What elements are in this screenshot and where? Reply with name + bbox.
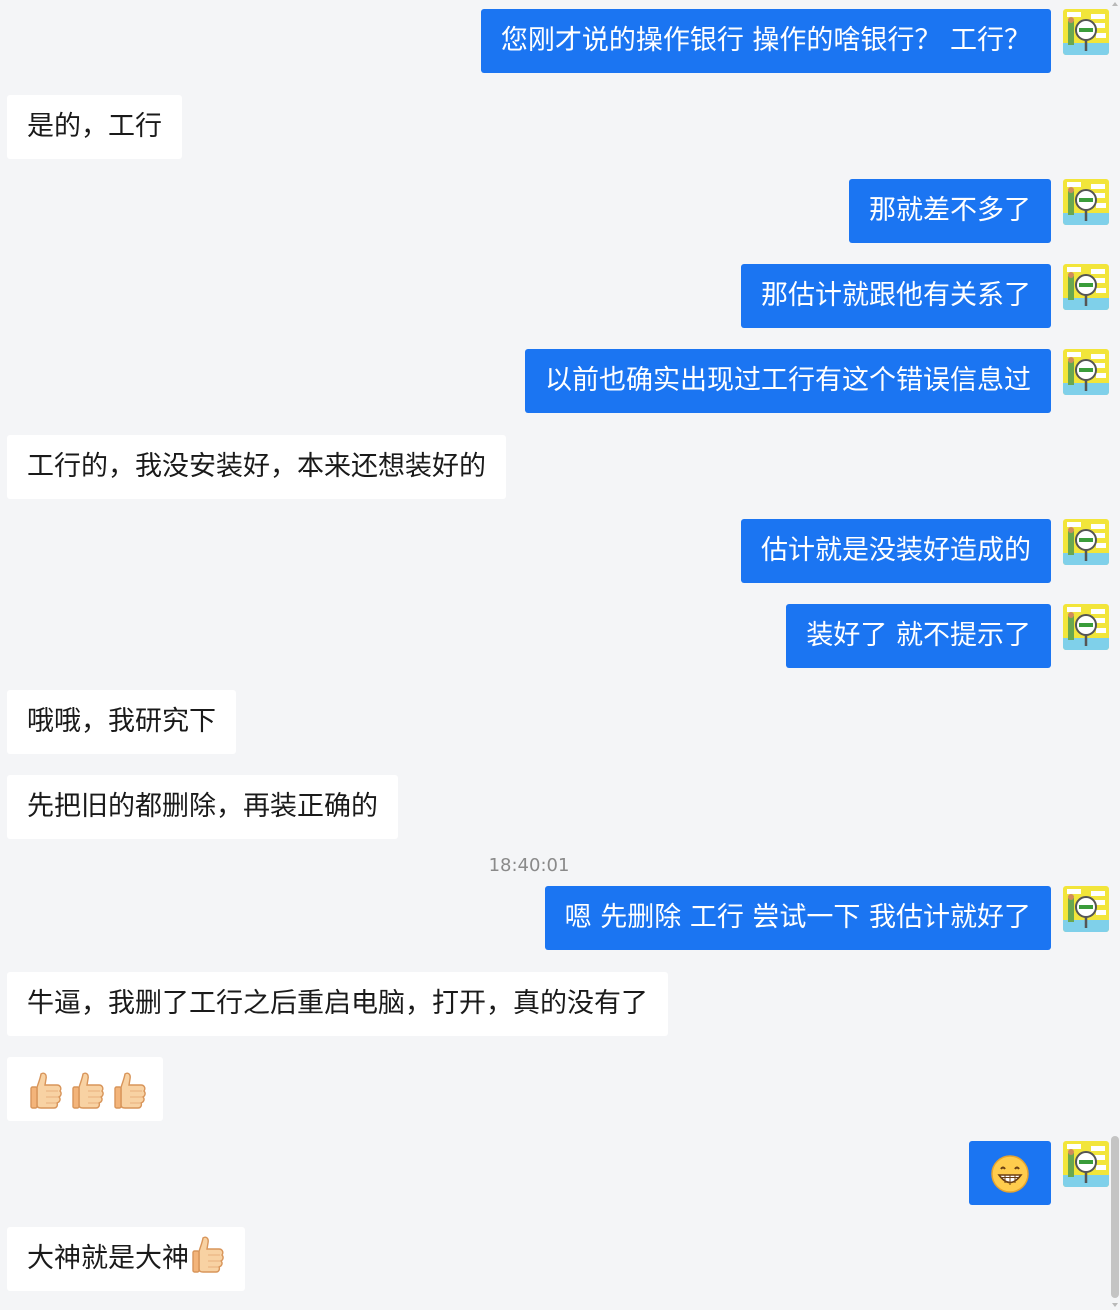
outgoing-message-bubble[interactable]: 装好了 就不提示了 [786,604,1051,668]
avatar-icon [1063,519,1109,565]
message-text: 哦哦，我研究下 [27,706,216,737]
message-text: 牛逼，我删了工行之后重启电脑，打开，真的没有了 [27,988,648,1019]
message-text: 那就差不多了 [869,195,1031,226]
message-text: 估计就是没装好造成的 [761,535,1031,566]
thumbs-up-icon [113,1070,147,1110]
user-avatar[interactable] [1063,1141,1109,1187]
message-text: 嗯 先删除 工行 尝试一下 我估计就好了 [564,902,1031,933]
avatar-icon [1063,1141,1109,1187]
incoming-emoji-message[interactable] [7,1057,163,1121]
outgoing-emoji-message[interactable] [969,1141,1051,1205]
user-avatar[interactable] [1063,9,1109,55]
avatar-icon [1063,179,1109,225]
user-avatar[interactable] [1063,349,1109,395]
incoming-message-bubble[interactable]: 哦哦，我研究下 [7,690,236,754]
user-avatar[interactable] [1063,886,1109,932]
avatar-icon [1063,349,1109,395]
thumbs-up-icon [29,1070,63,1110]
outgoing-message-bubble[interactable]: 以前也确实出现过工行有这个错误信息过 [525,349,1051,413]
message-text: 先把旧的都删除，再装正确的 [27,791,378,822]
avatar-icon [1063,264,1109,310]
thumbs-up-icon [191,1234,225,1274]
incoming-message-bubble[interactable]: 工行的，我没安装好，本来还想装好的 [7,435,506,499]
thumbs-up-icon [71,1070,105,1110]
message-text: 工行的，我没安装好，本来还想装好的 [27,451,486,482]
message-text: 您刚才说的操作银行 操作的啥银行？ 工行？ [500,25,1031,56]
outgoing-message-bubble[interactable]: 估计就是没装好造成的 [741,519,1051,583]
avatar-icon [1063,886,1109,932]
message-timestamp: 18:40:01 [488,855,570,876]
incoming-message-bubble[interactable]: 大神就是大神 [7,1227,245,1291]
user-avatar[interactable] [1063,264,1109,310]
scrollbar[interactable] [1110,0,1120,1310]
outgoing-message-bubble[interactable]: 您刚才说的操作银行 操作的啥银行？ 工行？ [480,9,1051,73]
message-text: 装好了 就不提示了 [806,620,1031,651]
incoming-message-bubble[interactable]: 先把旧的都删除，再装正确的 [7,775,398,839]
outgoing-message-bubble[interactable]: 那就差不多了 [849,179,1051,243]
message-text: 以前也确实出现过工行有这个错误信息过 [545,365,1031,396]
scroll-up-arrow-icon[interactable] [1112,2,1118,6]
user-avatar[interactable] [1063,179,1109,225]
grinning-face-icon [990,1154,1030,1194]
scrollbar-thumb[interactable] [1111,1136,1119,1298]
user-avatar[interactable] [1063,604,1109,650]
incoming-message-bubble[interactable]: 牛逼，我删了工行之后重启电脑，打开，真的没有了 [7,972,668,1036]
avatar-icon [1063,9,1109,55]
message-text: 大神就是大神 [27,1243,189,1274]
incoming-message-bubble[interactable]: 是的，工行 [7,95,182,159]
user-avatar[interactable] [1063,519,1109,565]
message-text: 那估计就跟他有关系了 [761,280,1031,311]
message-text: 是的，工行 [27,111,162,142]
avatar-icon [1063,604,1109,650]
chat-message-area: 您刚才说的操作银行 操作的啥银行？ 工行？ 是的，工行 那就差不多了 那估计就跟… [0,0,1120,1310]
outgoing-message-bubble[interactable]: 嗯 先删除 工行 尝试一下 我估计就好了 [544,886,1051,950]
scroll-down-arrow-icon[interactable] [1112,1303,1118,1307]
outgoing-message-bubble[interactable]: 那估计就跟他有关系了 [741,264,1051,328]
